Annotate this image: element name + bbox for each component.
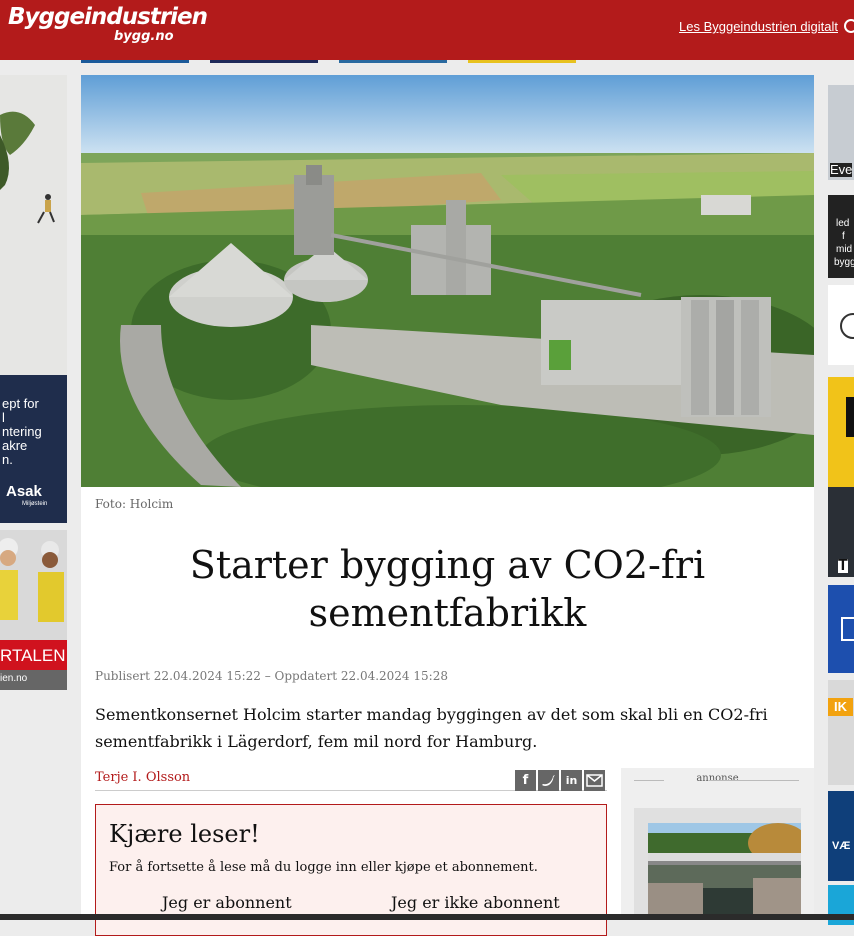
ad-text-line: l — [2, 410, 5, 425]
globe-icon — [840, 313, 854, 339]
right-ad-7[interactable]: IK — [828, 680, 854, 785]
paywall-text: For å fortsette å lese må du logge inn e… — [109, 860, 538, 875]
cement-plant-aerial-image — [81, 75, 814, 487]
read-digital-link[interactable]: Les Byggeindustrien digitalt — [679, 19, 838, 34]
linkedin-icon[interactable]: in — [561, 770, 582, 791]
sidebar-ad: annonse — [621, 768, 814, 920]
right-ad-5[interactable]: T — [828, 487, 854, 577]
article-container: Foto: Holcim Starter bygging av CO2-fri … — [81, 75, 814, 936]
photo-caption: Foto: Holcim — [95, 497, 174, 511]
left-ad-red-band: RTALEN — [0, 640, 67, 670]
site-header: Byggeindustrien bygg.no Les Byggeindustr… — [0, 0, 854, 60]
right-ad-4[interactable] — [828, 377, 854, 487]
ad-text: mid — [836, 244, 853, 255]
twitter-icon[interactable] — [538, 770, 559, 791]
user-icon[interactable] — [844, 19, 854, 33]
ad-text: Eve — [830, 162, 853, 177]
ad-text-line: ept for — [2, 396, 39, 411]
non-subscriber-button[interactable]: Jeg er ikke abonnent — [391, 893, 560, 912]
ad-text: IK — [828, 698, 853, 716]
logo-main-text: Byggeindustrien — [8, 4, 208, 30]
article-title: Starter bygging av CO2-fri sementfabrikk — [81, 541, 814, 637]
ad-brand-sub: Miljøstein — [22, 501, 48, 507]
right-ad-8[interactable]: VÆ — [828, 791, 854, 881]
hero-photo[interactable] — [81, 75, 814, 487]
ad-banner-text: RTALEN — [0, 646, 66, 665]
ad-text: led — [836, 218, 850, 229]
nav-strip-4 — [468, 60, 576, 63]
bottom-scrollbar-area — [0, 914, 854, 920]
ad-text: f — [842, 231, 845, 242]
right-ad-1[interactable]: Eve — [828, 85, 854, 180]
publish-meta: Publisert 22.04.2024 15:22 – Oppdatert 2… — [95, 669, 448, 683]
left-ad-banner-asak[interactable]: ept for l ntering akre n. Asak Miljøstei… — [0, 75, 67, 523]
ad-text: bygg — [834, 257, 854, 268]
paywall-heading: Kjære leser! — [109, 820, 260, 848]
ad-label-rule — [634, 780, 664, 781]
ad-text-line: ntering — [2, 424, 42, 439]
article-title-line-2: sementfabrikk — [308, 591, 587, 635]
right-ad-3[interactable] — [828, 285, 854, 365]
left-ad-banner-workers[interactable]: RTALEN ien.no — [0, 530, 67, 690]
left-ad-grey-band: ien.no — [0, 670, 67, 690]
author-link[interactable]: Terje I. Olsson — [95, 770, 190, 785]
left-ad-dark-panel: ept for l ntering akre n. Asak Miljøstei… — [0, 375, 67, 523]
ad-bridge-image[interactable] — [634, 808, 801, 920]
close-icon — [841, 617, 854, 641]
ad-text: VÆ — [832, 840, 851, 852]
article-lead: Sementkonsernet Holcim starter mandag by… — [95, 705, 768, 751]
facebook-icon[interactable]: f — [515, 770, 536, 791]
logo-sub-text: bygg.no — [114, 29, 174, 44]
ad-person-illustration — [0, 75, 67, 375]
ad-workers-illustration — [0, 530, 67, 640]
ad-label-rule — [709, 780, 799, 781]
ad-brand-asak: Asak — [6, 483, 42, 500]
ad-label: annonse — [621, 773, 814, 784]
ad-text-line: n. — [2, 452, 13, 467]
ad-label-text: annonse — [696, 773, 739, 784]
subscriber-login-button[interactable]: Jeg er abonnent — [162, 893, 292, 912]
article-title-line-1: Starter bygging av CO2-fri — [189, 543, 706, 587]
right-ad-2[interactable]: led f mid bygg — [828, 195, 854, 278]
ad-shape — [846, 397, 854, 437]
right-ad-6[interactable] — [828, 585, 854, 673]
bridge-illustration — [648, 823, 801, 920]
nav-strip-3 — [339, 60, 447, 63]
ad-text: T — [838, 557, 848, 574]
ad-footer-text: ien.no — [0, 673, 28, 684]
nav-strip-2 — [210, 60, 318, 63]
ad-text-line: akre — [2, 438, 28, 453]
nav-strip-1 — [81, 60, 189, 63]
email-icon[interactable] — [584, 770, 605, 791]
site-logo[interactable]: Byggeindustrien bygg.no — [8, 4, 208, 44]
